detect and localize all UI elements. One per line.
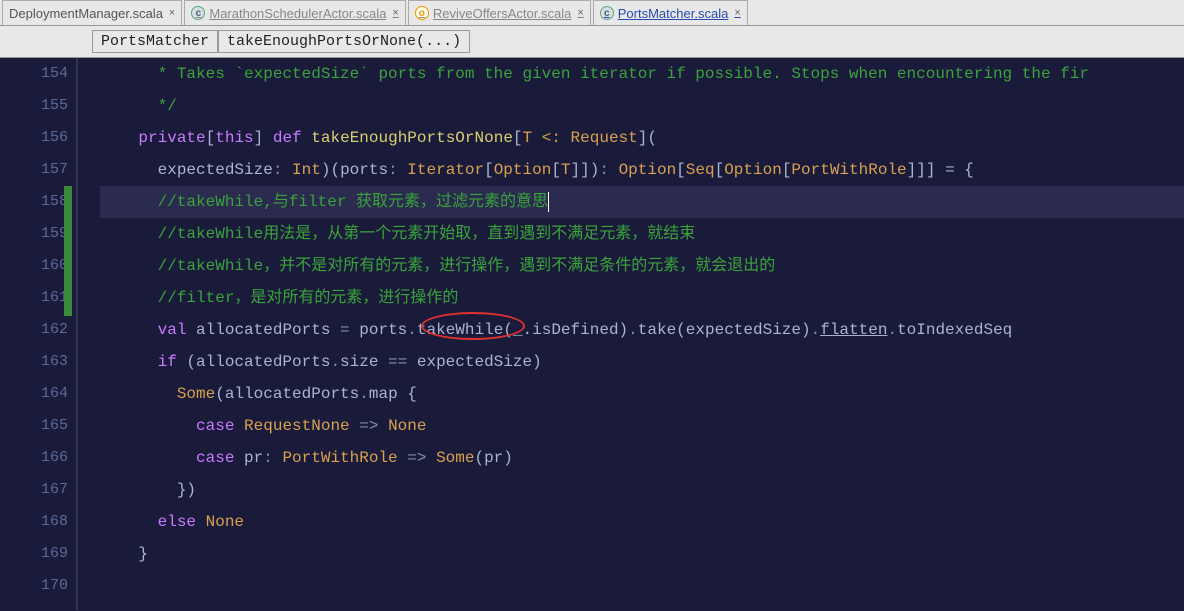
scala-object-icon: o <box>415 6 429 20</box>
code-line: Some(allocatedPorts.map { <box>100 378 1184 410</box>
code-line: val allocatedPorts = ports.takeWhile(_.i… <box>100 314 1184 346</box>
line-number: 169 <box>0 538 68 570</box>
line-number: 161 <box>0 282 68 314</box>
tab-label: ReviveOffersActor.scala <box>433 6 571 21</box>
tab-label: PortsMatcher.scala <box>618 6 729 21</box>
line-number: 162 <box>0 314 68 346</box>
code-line: * Takes `expectedSize` ports from the gi… <box>100 58 1184 90</box>
code-line: expectedSize: Int)(ports: Iterator[Optio… <box>100 154 1184 186</box>
scala-class-icon: c <box>600 6 614 20</box>
code-line: else None <box>100 506 1184 538</box>
line-number: 158 <box>0 186 68 218</box>
tab-revive-offers[interactable]: o ReviveOffersActor.scala × <box>408 0 591 25</box>
code-line: if (allocatedPorts.size == expectedSize) <box>100 346 1184 378</box>
tab-bar: DeploymentManager.scala × c MarathonSche… <box>0 0 1184 26</box>
close-icon[interactable]: × <box>732 7 740 19</box>
breadcrumb-method[interactable]: takeEnoughPortsOrNone(...) <box>218 30 470 53</box>
line-number: 164 <box>0 378 68 410</box>
line-number: 168 <box>0 506 68 538</box>
tab-marathon-scheduler[interactable]: c MarathonSchedulerActor.scala × <box>184 0 405 25</box>
code-line-current: //takeWhile,与filter 获取元素，过滤元素的意思 <box>100 186 1184 218</box>
code-line <box>100 570 1184 602</box>
text-cursor <box>548 192 549 212</box>
tab-label: MarathonSchedulerActor.scala <box>209 6 386 21</box>
breadcrumb-class[interactable]: PortsMatcher <box>92 30 218 53</box>
line-number: 155 <box>0 90 68 122</box>
code-line: //filter，是对所有的元素，进行操作的 <box>100 282 1184 314</box>
gutter-change-column <box>78 58 92 610</box>
line-number: 154 <box>0 58 68 90</box>
code-line: //takeWhile用法是，从第一个元素开始取，直到遇到不满足元素，就结束 <box>100 218 1184 250</box>
code-area[interactable]: * Takes `expectedSize` ports from the gi… <box>92 58 1184 610</box>
line-number: 166 <box>0 442 68 474</box>
code-line: }) <box>100 474 1184 506</box>
editor: 1541551561571581591601611621631641651661… <box>0 58 1184 610</box>
line-number: 170 <box>0 570 68 602</box>
line-number: 159 <box>0 218 68 250</box>
line-number: 167 <box>0 474 68 506</box>
gutter: 1541551561571581591601611621631641651661… <box>0 58 78 610</box>
line-number: 156 <box>0 122 68 154</box>
tab-deployment-manager[interactable]: DeploymentManager.scala × <box>2 0 182 25</box>
close-icon[interactable]: × <box>390 7 398 19</box>
line-number: 157 <box>0 154 68 186</box>
tab-ports-matcher[interactable]: c PortsMatcher.scala × <box>593 0 748 25</box>
change-marker <box>64 186 72 316</box>
code-line: */ <box>100 90 1184 122</box>
line-number: 165 <box>0 410 68 442</box>
line-number: 163 <box>0 346 68 378</box>
close-icon[interactable]: × <box>575 7 583 19</box>
code-line: case RequestNone => None <box>100 410 1184 442</box>
scala-class-icon: c <box>191 6 205 20</box>
code-line: private[this] def takeEnoughPortsOrNone[… <box>100 122 1184 154</box>
code-line: //takeWhile，并不是对所有的元素，进行操作，遇到不满足条件的元素，就会… <box>100 250 1184 282</box>
close-icon[interactable]: × <box>167 7 175 19</box>
breadcrumb-bar: PortsMatcher takeEnoughPortsOrNone(...) <box>0 26 1184 58</box>
tab-label: DeploymentManager.scala <box>9 6 163 21</box>
line-number: 160 <box>0 250 68 282</box>
code-line: case pr: PortWithRole => Some(pr) <box>100 442 1184 474</box>
code-line: } <box>100 538 1184 570</box>
